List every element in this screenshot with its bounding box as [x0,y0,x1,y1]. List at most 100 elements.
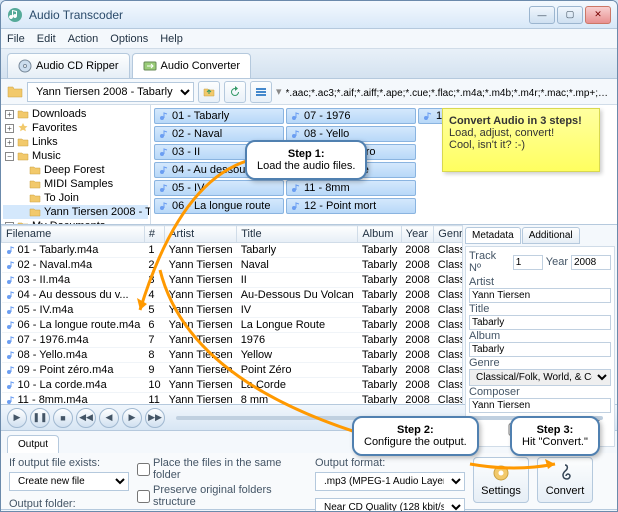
file-item[interactable]: 12 - Point mort [286,198,416,214]
table-row[interactable]: 07 - 1976.m4a7Yann Tiersen1976Tabarly200… [2,333,463,348]
prev-button[interactable]: ◀◀ [76,408,96,428]
menu-help[interactable]: Help [160,33,183,45]
file-item[interactable]: 05 - IV [154,180,284,196]
title-input[interactable] [469,315,611,330]
folder-icon [29,192,41,204]
table-row[interactable]: 05 - IV.m4a5Yann TiersenIVTabarly2008Cla… [2,303,463,318]
table-row[interactable]: 01 - Tabarly.m4a1Yann TiersenTabarlyTaba… [2,243,463,258]
col-year[interactable]: Year [401,226,433,243]
table-row[interactable]: 10 - La corde.m4a10Yann TiersenLa CordeT… [2,378,463,393]
trackno-input[interactable] [513,255,543,270]
rewind-button[interactable]: ◀ [99,408,119,428]
file-item[interactable]: 07 - 1976 [286,108,416,124]
col-num[interactable]: # [144,226,164,243]
music-file-icon [159,165,169,175]
gear-icon [491,463,511,483]
tree-mydocs[interactable]: +My Documents [3,219,148,224]
quality-select[interactable]: Near CD Quality (128 kbit/s) [315,498,465,512]
next-button[interactable]: ▶▶ [145,408,165,428]
tree-music[interactable]: −Music [3,149,148,163]
tree-deepforest[interactable]: Deep Forest [3,163,148,177]
table-row[interactable]: 03 - II.m4a3Yann TiersenIITabarly2008Cla… [2,273,463,288]
tab-audio-converter[interactable]: Audio Converter [132,53,252,78]
col-genre[interactable]: Genre [434,226,462,243]
table-row[interactable]: 09 - Point zéro.m4a9Yann TiersenPoint Zé… [2,363,463,378]
tree-midi[interactable]: MIDI Samples [3,177,148,191]
music-file-icon [159,147,169,157]
tab-output[interactable]: Output [7,435,59,453]
table-row[interactable]: 06 - La longue route.m4a6Yann TiersenLa … [2,318,463,333]
menu-action[interactable]: Action [68,33,99,45]
pathbar: Yann Tiersen 2008 - Tabarly ▾ *.aac;*.ac… [1,79,617,105]
stop-button[interactable]: ■ [53,408,73,428]
year-input[interactable] [571,255,611,270]
music-file-icon [6,335,16,345]
col-artist[interactable]: Artist [165,226,237,243]
refresh-icon [229,86,241,98]
file-item[interactable]: 01 - Tabarly [154,108,284,124]
music-file-icon [291,201,301,211]
settings-button[interactable]: Settings [473,457,529,503]
tab-metadata[interactable]: Metadata [465,227,521,244]
col-title[interactable]: Title [237,226,358,243]
converter-icon [143,59,157,73]
file-filter[interactable]: *.aac;*.ac3;*.aif;*.aiff;*.ape;*.cue;*.f… [286,85,611,99]
tree-links[interactable]: +Links [3,135,148,149]
tree-downloads[interactable]: +Downloads [3,107,148,121]
track-grid[interactable]: Filename # Artist Title Album Year Genre… [1,225,462,404]
tree-tojoin[interactable]: To Join [3,191,148,205]
artist-input[interactable] [469,288,611,303]
music-file-icon [291,129,301,139]
music-file-icon [6,245,16,255]
refresh-button[interactable] [224,81,246,103]
up-folder-button[interactable] [198,81,220,103]
convert-button[interactable]: Convert [537,457,593,503]
chk-preserve-structure[interactable] [137,490,150,503]
music-file-icon [6,260,16,270]
play-button[interactable]: ▶ [7,408,27,428]
minimize-button[interactable]: — [529,6,555,24]
trackno-label: Track Nº [469,250,510,274]
music-file-icon [159,111,169,121]
file-item[interactable]: 11 - 8mm [286,180,416,196]
music-file-icon [6,380,16,390]
metadata-panel: Metadata Additional Track NºYear Artist … [462,225,617,404]
col-album[interactable]: Album [358,226,401,243]
table-row[interactable]: 11 - 8mm.m4a11Yann Tiersen8 mmTabarly200… [2,393,463,405]
close-button[interactable]: ✕ [585,6,611,24]
genre-select[interactable]: Classical/Folk, World, & Countr [469,369,611,386]
music-file-icon [423,111,433,121]
table-row[interactable]: 02 - Naval.m4a2Yann TiersenNavalTabarly2… [2,258,463,273]
tab-additional[interactable]: Additional [522,227,580,244]
sticky-note: Convert Audio in 3 steps! Load, adjust, … [442,108,600,172]
menu-file[interactable]: File [7,33,25,45]
folder-select[interactable]: Yann Tiersen 2008 - Tabarly [27,82,194,102]
maximize-button[interactable]: ▢ [557,6,583,24]
tree-yann[interactable]: Yann Tiersen 2008 - Tabarly [3,205,148,219]
exists-select[interactable]: Create new file [9,472,129,491]
table-row[interactable]: 08 - Yello.m4a8Yann TiersenYellowTabarly… [2,348,463,363]
tab-cd-ripper[interactable]: Audio CD Ripper [7,53,130,78]
chk-same-folder[interactable] [137,463,150,476]
view-list-button[interactable] [250,81,272,103]
album-input[interactable] [469,342,611,357]
artist-label: Artist [469,276,494,288]
file-item[interactable]: 06 - La longue route [154,198,284,214]
tree-favorites[interactable]: +Favorites [3,121,148,135]
folder-icon [29,178,41,190]
col-filename[interactable]: Filename [2,226,145,243]
menu-edit[interactable]: Edit [37,33,56,45]
folder-tree[interactable]: +Downloads +Favorites +Links −Music Deep… [1,105,151,224]
format-select[interactable]: .mp3 (MPEG-1 Audio Layer 3) [315,472,465,491]
menu-options[interactable]: Options [110,33,148,45]
sticky-line2: Cool, isn't it? :-) [449,139,525,151]
folder-icon [29,164,41,176]
pause-button[interactable]: ❚❚ [30,408,50,428]
music-file-icon [159,183,169,193]
callout-step3: Step 3:Hit "Convert." [510,416,600,456]
year-label: Year [546,256,568,268]
forward-button[interactable]: ▶ [122,408,142,428]
table-row[interactable]: 04 - Au dessous du v...4Yann TiersenAu-D… [2,288,463,303]
composer-input[interactable] [469,398,611,413]
music-file-icon [6,290,16,300]
